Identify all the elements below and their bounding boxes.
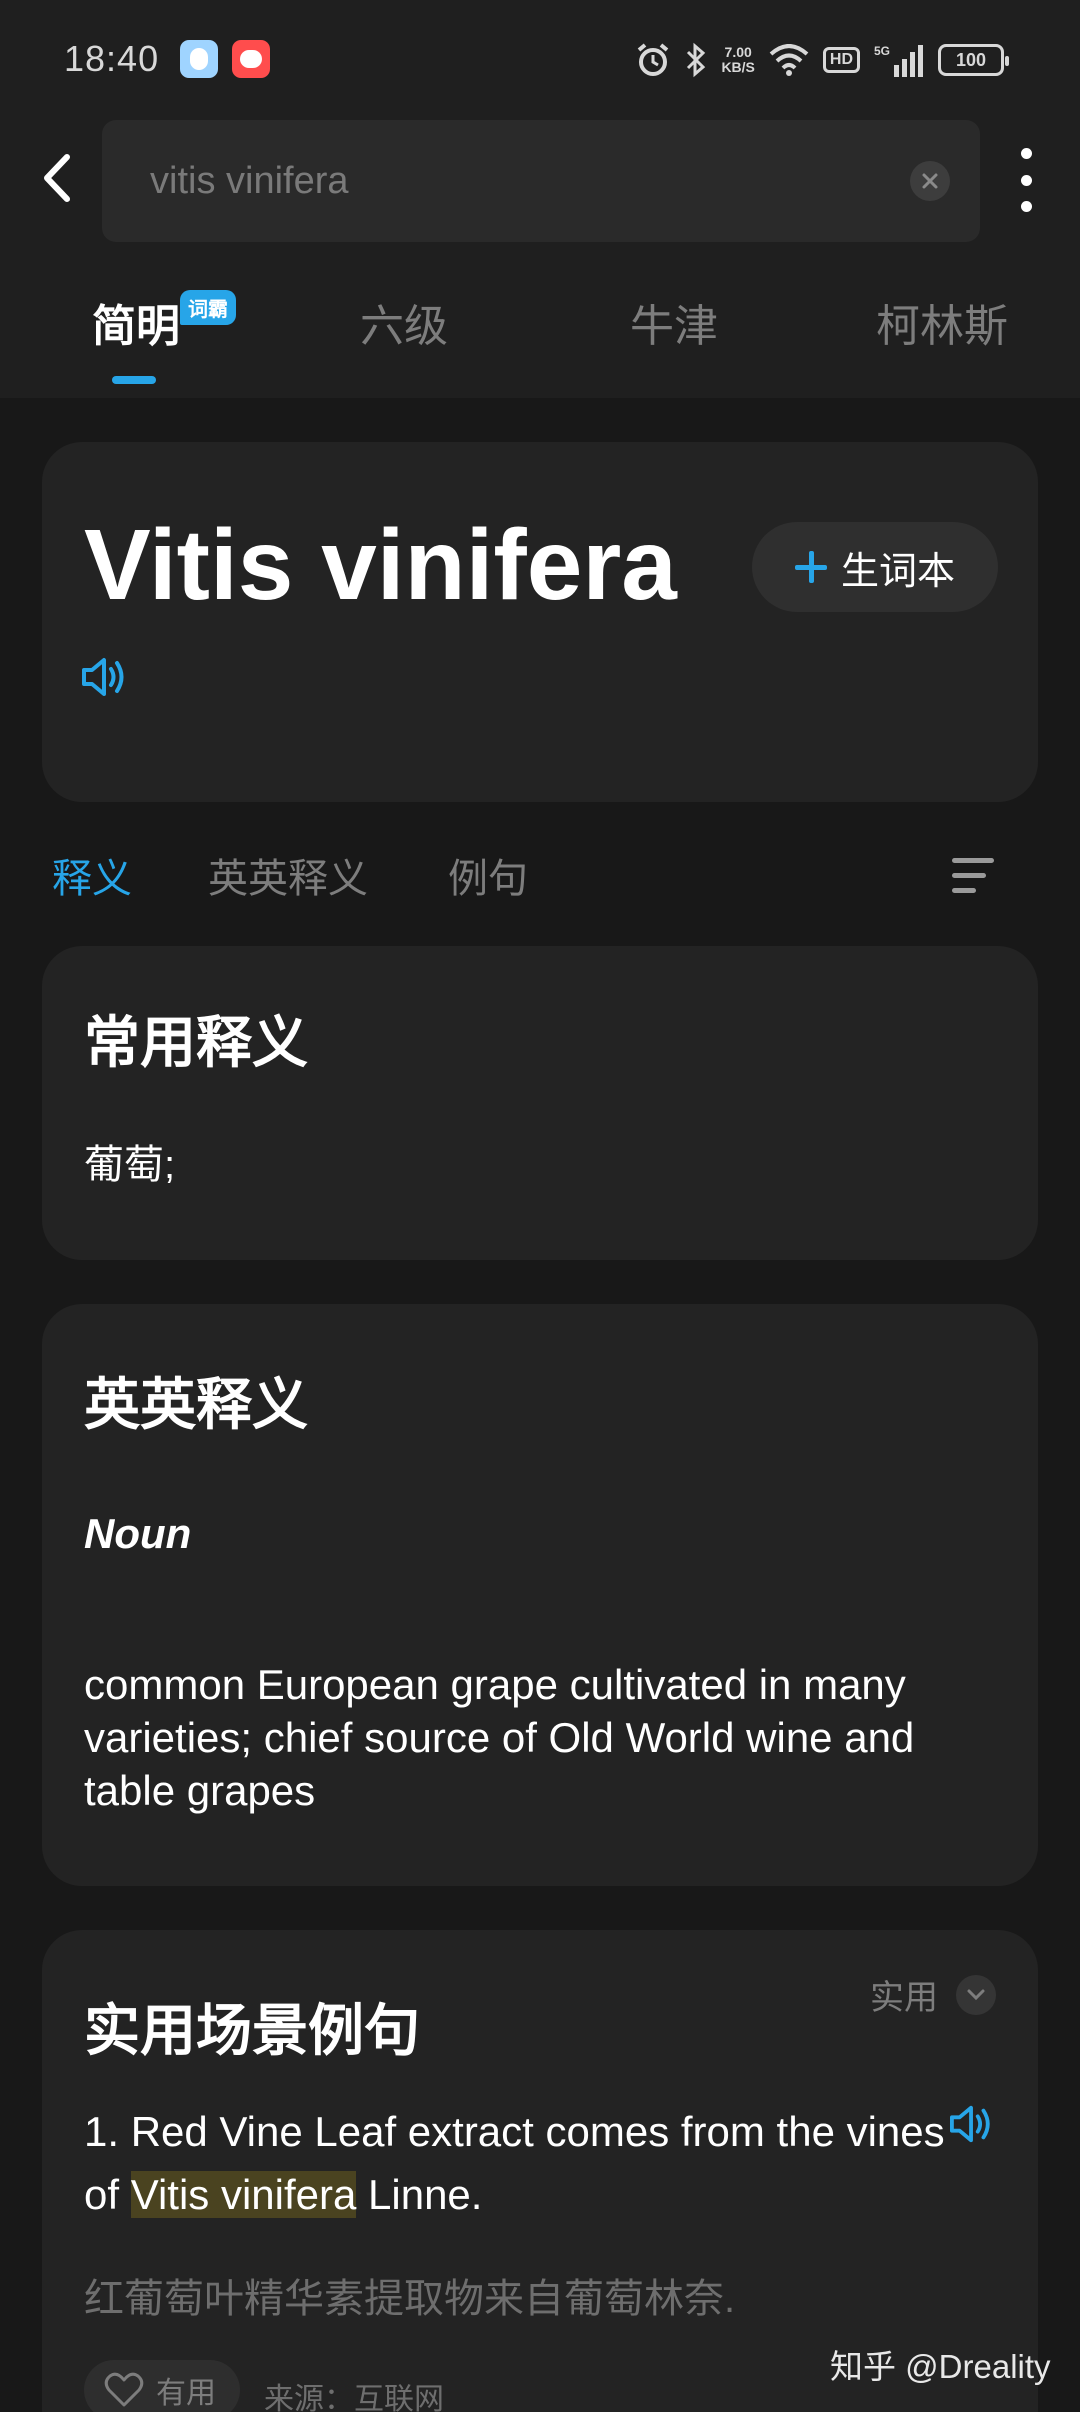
tab-collins[interactable]: 柯林斯 xyxy=(876,290,1008,354)
tab-jianming[interactable]: 简明 xyxy=(92,290,180,354)
watermark: 知乎 @Dreality xyxy=(830,2348,1051,2385)
more-options-button[interactable] xyxy=(1002,148,1050,212)
status-icons: 7.00 KB/S HD 5G 100 xyxy=(635,40,1009,80)
common-definition-title: 常用释义 xyxy=(84,1011,308,1074)
network-speed: 7.00 KB/S xyxy=(721,45,754,75)
example-sentence: 1. Red Vine Leaf extract comes from the … xyxy=(84,2100,964,2226)
example-translation: 红葡萄叶精华素提取物来自葡萄林奈. xyxy=(84,2277,736,2321)
sort-lines-icon[interactable] xyxy=(952,858,994,894)
heart-icon xyxy=(104,2372,144,2407)
alarm-icon xyxy=(638,43,669,76)
chevron-down-icon xyxy=(956,1974,996,2015)
headword: Vitis vinifera xyxy=(84,509,677,621)
add-to-vocabulary-button[interactable]: 生词本 xyxy=(752,522,998,612)
example-speaker-icon[interactable] xyxy=(948,2102,996,2146)
add-vocab-label: 生词本 xyxy=(840,550,955,593)
tab-definitions[interactable]: 释义 xyxy=(52,846,132,904)
dictionary-tabs: 简明 词霸 六级 牛津 柯林斯 xyxy=(0,290,1080,384)
notification-app-icon xyxy=(180,40,218,78)
search-input[interactable] xyxy=(150,120,890,242)
tab-english-definitions[interactable]: 英英释义 xyxy=(208,846,368,904)
example-source: 来源：互联网 xyxy=(264,2383,444,2412)
wifi-icon xyxy=(769,44,809,76)
signal-icon: 5G xyxy=(874,44,923,77)
battery-indicator: 100 xyxy=(938,44,1009,76)
tab-examples[interactable]: 例句 xyxy=(448,846,528,904)
chevron-left-icon xyxy=(44,154,70,202)
section-tabs: 释义 英英释义 例句 xyxy=(0,846,1080,916)
english-definition-text: common European grape cultivated in many… xyxy=(84,1661,915,1814)
more-dot-icon xyxy=(1020,201,1032,212)
common-definition-text: 葡萄; xyxy=(84,1143,176,1187)
svg-text:5G: 5G xyxy=(874,44,890,58)
useful-label: 有用 xyxy=(156,2377,216,2410)
more-dot-icon xyxy=(1020,148,1032,159)
more-dot-icon xyxy=(1020,174,1032,186)
active-tab-indicator xyxy=(112,376,156,384)
status-time: 18:40 xyxy=(64,38,160,79)
common-definition-card: 常用释义 葡萄; xyxy=(42,946,1038,1260)
speaker-icon[interactable] xyxy=(80,654,130,700)
hd-badge: HD xyxy=(822,47,860,73)
notification-app-icon-2 xyxy=(232,40,270,78)
top-area: 18:40 7.00 KB/S HD 5G 100 vitis vinifera… xyxy=(0,0,1080,398)
bluetooth-icon xyxy=(687,42,706,78)
english-definition-card: 英英释义 Noun common European grape cultivat… xyxy=(42,1304,1038,1886)
network-speed-value: 7.00 xyxy=(724,44,752,60)
search-box[interactable] xyxy=(102,120,980,242)
english-definition-title: 英英释义 xyxy=(84,1373,308,1436)
tab-label: 简明 xyxy=(92,302,180,351)
network-speed-unit: KB/S xyxy=(721,59,755,75)
example-highlight: Vitis vinifera xyxy=(130,2171,357,2218)
part-of-speech: Noun xyxy=(84,1510,192,1557)
status-bar: 18:40 7.00 KB/S HD 5G 100 xyxy=(0,0,1080,120)
clear-search-button[interactable] xyxy=(910,161,950,201)
tab-oxford[interactable]: 牛津 xyxy=(630,290,718,354)
example-filter-label: 实用 xyxy=(870,1979,938,2017)
example-filter-dropdown[interactable]: 实用 xyxy=(870,1970,996,2019)
example-sentence-suffix: Linne. xyxy=(356,2171,483,2218)
tab-cet6[interactable]: 六级 xyxy=(360,290,448,354)
plus-icon xyxy=(794,551,827,583)
examples-title: 实用场景例句 xyxy=(84,1999,420,2062)
useful-button[interactable]: 有用 xyxy=(84,2360,240,2412)
dictionary-screen: 18:40 7.00 KB/S HD 5G 100 vitis vinifera… xyxy=(0,0,1080,2412)
headword-card: Vitis vinifera 生词本 xyxy=(42,442,1038,802)
close-icon xyxy=(922,173,938,189)
back-button[interactable] xyxy=(28,150,84,206)
cb-badge: 词霸 xyxy=(180,290,236,325)
